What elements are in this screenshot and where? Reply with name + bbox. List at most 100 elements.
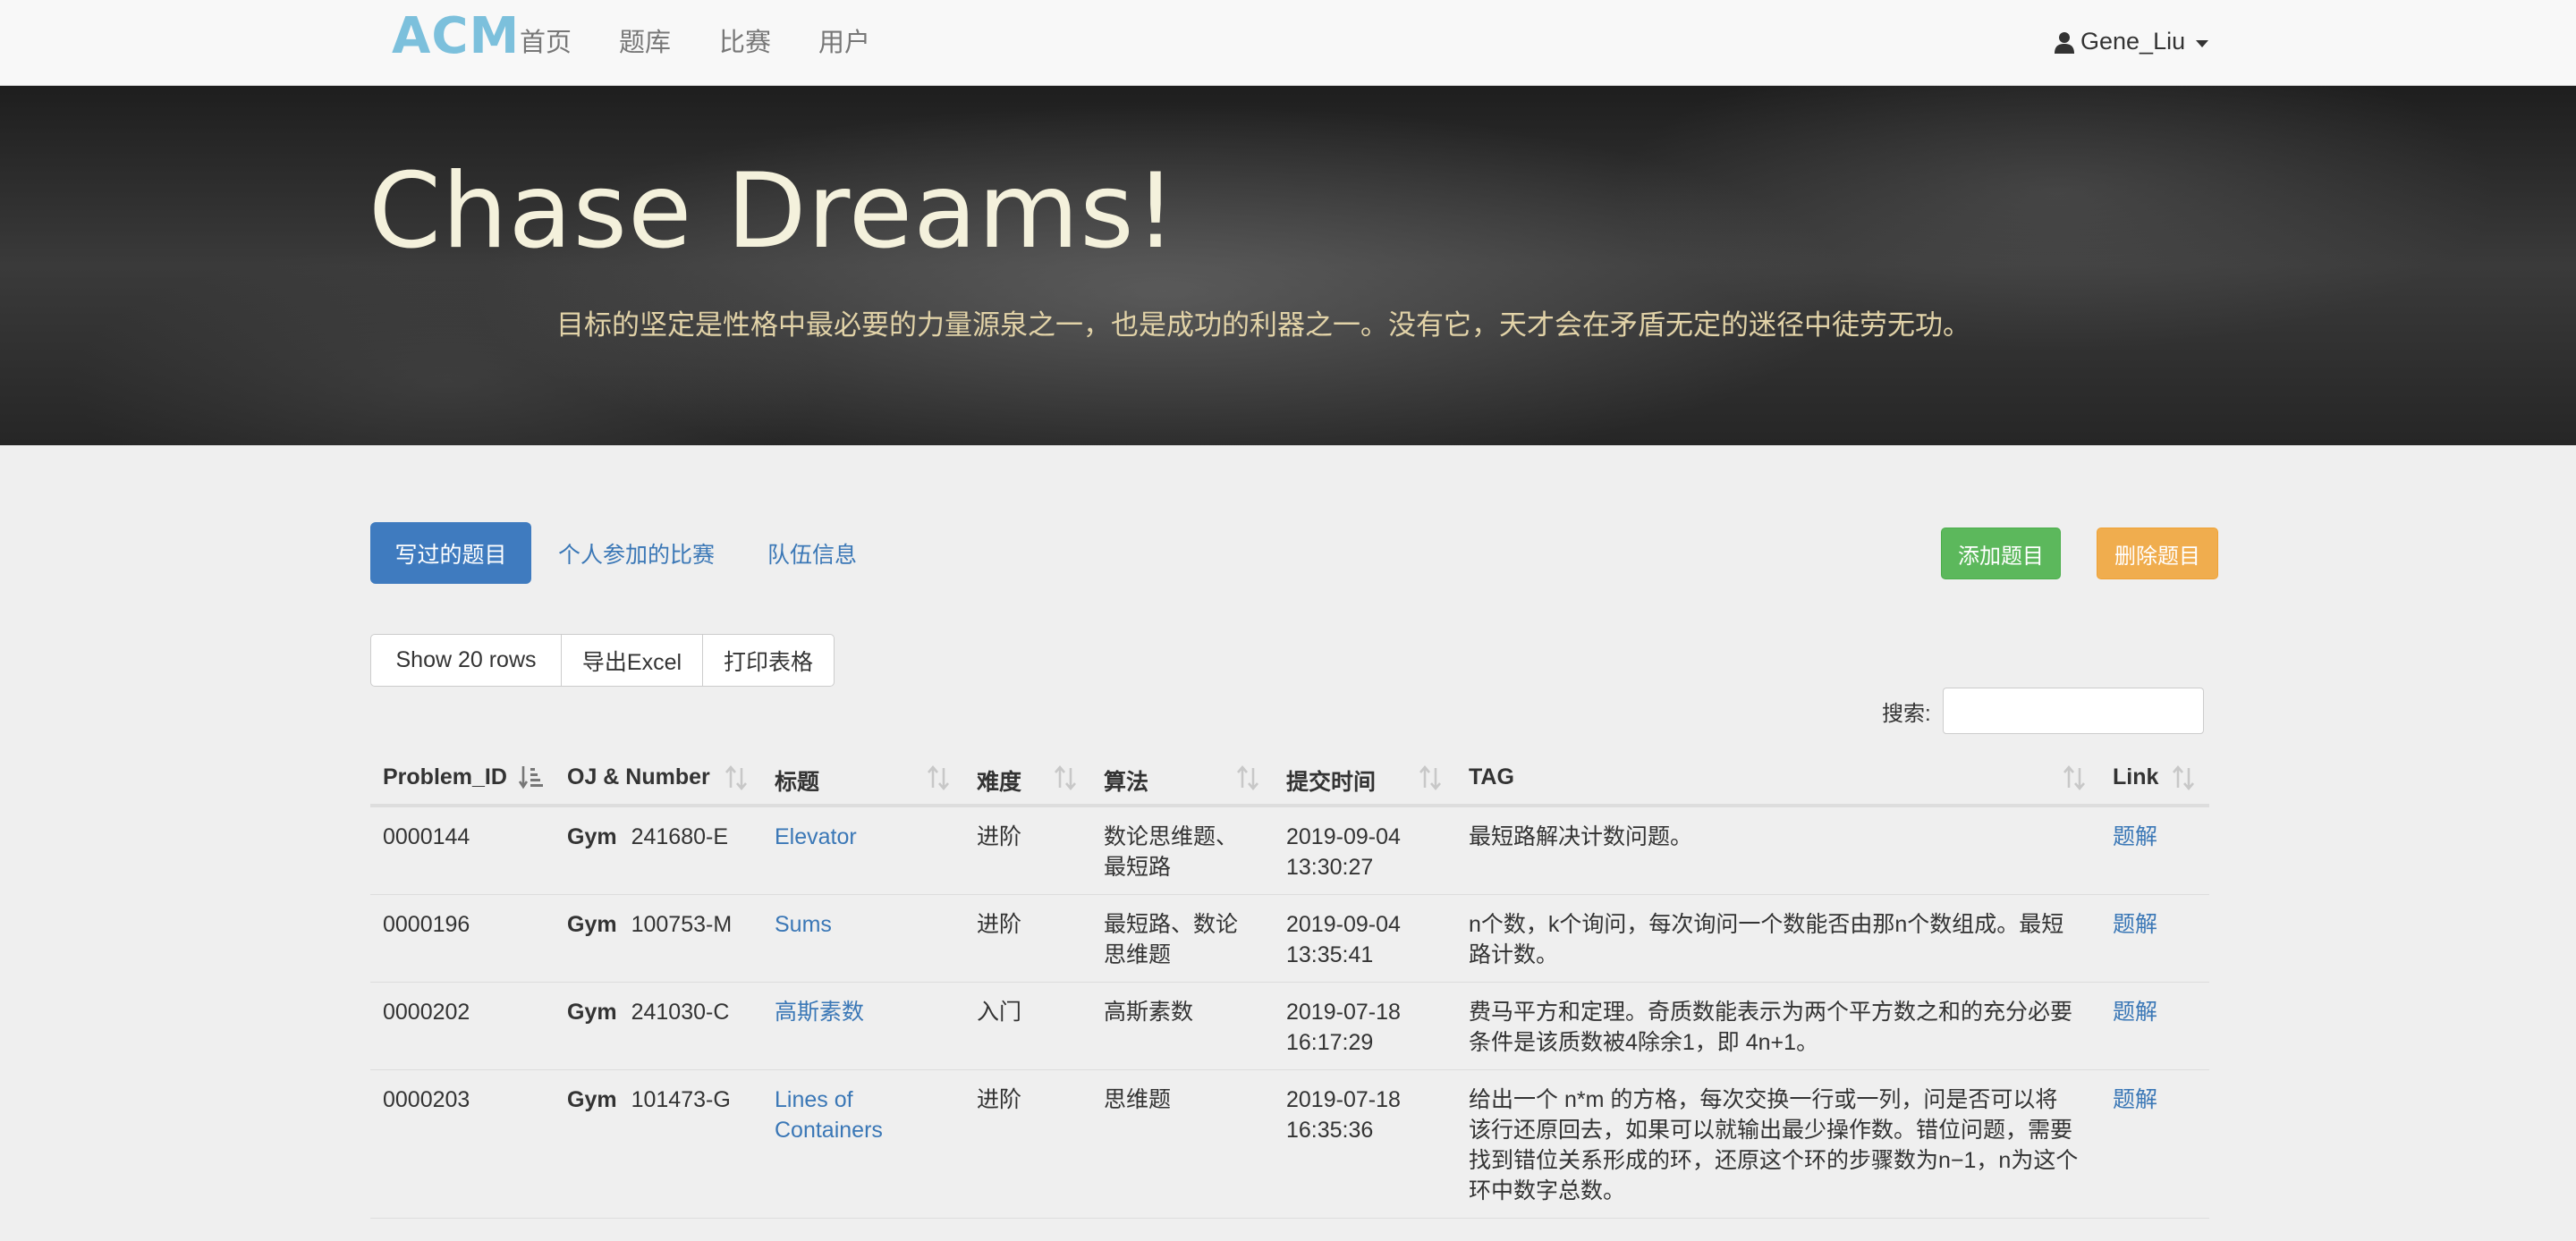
cell-algorithm-line: 数论思维题、: [1104, 824, 1239, 849]
cell-difficulty: 进阶: [977, 1087, 1022, 1112]
cell-difficulty: 进阶: [977, 824, 1022, 849]
sort-icon[interactable]: [1054, 763, 1077, 793]
cell-time: 13:30:27: [1286, 855, 1374, 880]
cell-oj-number: Gym 241030-C: [567, 997, 729, 1027]
navbar: ACM 首页 题库 比赛 用户 Gene_Liu: [0, 0, 2576, 86]
cell-tag-line: n个数，k个询问，每次询问一个数能否由那n个数组成。最短: [1469, 912, 2064, 937]
cell-algorithm-line: 思维题: [1104, 942, 1172, 967]
cell-problem-id: 0000196: [383, 912, 470, 937]
col-submit-time[interactable]: 提交时间: [1286, 764, 1376, 797]
add-problem-button[interactable]: 添加题目: [1941, 528, 2061, 579]
cell-tag-line: 环中数字总数。: [1469, 1178, 1626, 1203]
brand-logo[interactable]: ACM: [392, 7, 520, 65]
cell-submit-time: 2019-07-18 16:17:29: [1286, 997, 1401, 1058]
col-difficulty[interactable]: 难度: [977, 764, 1021, 797]
sort-icon[interactable]: [724, 763, 748, 793]
cell-difficulty: 入门: [977, 1000, 1022, 1025]
cell-tag: n个数，k个询问，每次询问一个数能否由那n个数组成。最短 路计数。: [1469, 909, 2063, 970]
cell-tag-line: 费马平方和定理。奇质数能表示为两个平方数之和的充分必要: [1469, 1000, 2073, 1025]
cell-date: 2019-07-18: [1286, 1000, 1401, 1025]
cell-tag-line: 给出一个 n*m 的方格，每次交换一行或一列，问是否可以将: [1469, 1087, 2058, 1112]
col-title[interactable]: 标题: [775, 764, 819, 797]
col-oj-number[interactable]: OJ & Number: [567, 764, 710, 790]
cell-number: 100753-M: [631, 912, 733, 937]
cell-problem-id: 0000203: [383, 1087, 470, 1112]
tab-team-info[interactable]: 队伍信息: [767, 537, 857, 570]
cell-algorithm: 高斯素数: [1104, 997, 1193, 1027]
cell-tag: 最短路解决计数问题。: [1469, 822, 1692, 852]
cell-tag-line: 条件是该质数被4除余1，即 4n+1。: [1469, 1030, 1819, 1055]
table-toolbar: Show 20 rows 导出Excel 打印表格: [370, 634, 835, 687]
user-menu[interactable]: Gene_Liu: [2054, 28, 2209, 55]
nav-contests[interactable]: 比赛: [719, 21, 771, 59]
cell-tag-line: 找到错位关系形成的环，还原这个环的步骤数为n−1，n为这个: [1469, 1148, 2079, 1173]
col-problem-id[interactable]: Problem_ID: [383, 764, 507, 790]
search-input[interactable]: [1943, 688, 2204, 734]
cell-oj: Gym: [567, 1000, 617, 1025]
cell-tag-line: 路计数。: [1469, 942, 1559, 967]
cell-number: 241030-C: [631, 1000, 730, 1025]
sort-icon[interactable]: [2063, 763, 2086, 793]
print-table-button[interactable]: 打印表格: [703, 635, 834, 686]
table-row: 0000203 Gym 101473-G Lines of Containers 进…: [370, 1070, 2209, 1219]
cell-date: 2019-09-04: [1286, 912, 1401, 937]
cell-date: 2019-07-18: [1286, 1087, 1401, 1112]
cell-algorithm: 数论思维题、 最短路: [1104, 822, 1238, 882]
table-row: 0000196 Gym 100753-M Sums 进阶 最短路、数论 思维题 20…: [370, 895, 2209, 983]
cell-algorithm-line: 高斯素数: [1104, 1000, 1194, 1025]
cell-title-link[interactable]: 高斯素数: [775, 997, 864, 1027]
sort-icon[interactable]: [1236, 763, 1259, 793]
cell-solution-link[interactable]: 题解: [2113, 1085, 2157, 1115]
cell-solution-link[interactable]: 题解: [2113, 909, 2157, 940]
cell-tag-line: 最短路解决计数问题。: [1469, 824, 1693, 849]
cell-submit-time: 2019-09-04 13:30:27: [1286, 822, 1401, 882]
table-row: 0000144 Gym 241680-E Elevator 进阶 数论思维题、 最短…: [370, 807, 2209, 895]
cell-title-line: Containers: [775, 1118, 883, 1143]
username: Gene_Liu: [2080, 28, 2186, 55]
cell-difficulty: 进阶: [977, 912, 1022, 937]
cell-oj-number: Gym 241680-E: [567, 822, 728, 852]
table-row: 0000202 Gym 241030-C 高斯素数 入门 高斯素数 2019-07…: [370, 983, 2209, 1070]
cell-time: 16:35:36: [1286, 1118, 1374, 1143]
nav-home[interactable]: 首页: [520, 21, 572, 59]
col-tag[interactable]: TAG: [1469, 764, 1514, 790]
sort-asc-icon[interactable]: [519, 763, 544, 793]
delete-problem-button[interactable]: 删除题目: [2097, 528, 2218, 579]
cell-title-link[interactable]: Elevator: [775, 822, 857, 852]
cell-tag-line: 该行还原回去，如果可以就输出最少操作数。错位问题，需要: [1469, 1118, 2073, 1143]
cell-solution-link[interactable]: 题解: [2113, 997, 2157, 1027]
cell-title-link[interactable]: Sums: [775, 909, 832, 940]
sort-icon[interactable]: [1419, 763, 1442, 793]
cell-tag: 费马平方和定理。奇质数能表示为两个平方数之和的充分必要 条件是该质数被4除余1，即…: [1469, 997, 2072, 1058]
search-label: 搜索:: [1882, 702, 1931, 726]
export-excel-button[interactable]: 导出Excel: [562, 635, 703, 686]
cell-tag: 给出一个 n*m 的方格，每次交换一行或一列，问是否可以将 该行还原回去，如果可以…: [1469, 1085, 2078, 1206]
nav-users[interactable]: 用户: [818, 21, 870, 59]
cell-algorithm: 最短路、数论 思维题: [1104, 909, 1238, 970]
col-link[interactable]: Link: [2113, 764, 2158, 790]
cell-solution-link[interactable]: 题解: [2113, 822, 2157, 852]
cell-algorithm: 思维题: [1104, 1085, 1171, 1115]
sort-icon[interactable]: [2172, 763, 2195, 793]
cell-problem-id: 0000202: [383, 1000, 470, 1025]
cell-title-line: Lines of: [775, 1087, 853, 1112]
show-rows-button[interactable]: Show 20 rows: [371, 635, 562, 686]
tab-solved-problems[interactable]: 写过的题目: [370, 522, 531, 584]
col-algorithm[interactable]: 算法: [1104, 764, 1148, 797]
cell-title-link[interactable]: Lines of Containers: [775, 1085, 883, 1145]
table-header: Problem_ID OJ & Number 标题 难度 算法 提交时间 TAG: [370, 752, 2209, 807]
cell-oj: Gym: [567, 1087, 617, 1112]
hero-subtitle: 目标的坚定是性格中最必要的力量源泉之一，也是成功的利器之一。没有它，天才会在矛盾…: [556, 309, 1970, 341]
cell-algorithm-line: 最短路: [1104, 855, 1172, 880]
cell-time: 16:17:29: [1286, 1030, 1374, 1055]
cell-algorithm-line: 思维题: [1104, 1087, 1172, 1112]
sort-icon[interactable]: [927, 763, 950, 793]
tab-personal-contests[interactable]: 个人参加的比赛: [558, 537, 715, 570]
cell-oj-number: Gym 101473-G: [567, 1085, 731, 1115]
user-icon: [2055, 31, 2074, 54]
cell-submit-time: 2019-09-04 13:35:41: [1286, 909, 1401, 970]
problems-table: Problem_ID OJ & Number 标题 难度 算法 提交时间 TAG: [370, 752, 2209, 1219]
cell-algorithm-line: 最短路、数论: [1104, 912, 1239, 937]
nav-problems[interactable]: 题库: [619, 21, 671, 59]
hero-banner: Chase Dreams! 目标的坚定是性格中最必要的力量源泉之一，也是成功的利…: [0, 86, 2576, 445]
